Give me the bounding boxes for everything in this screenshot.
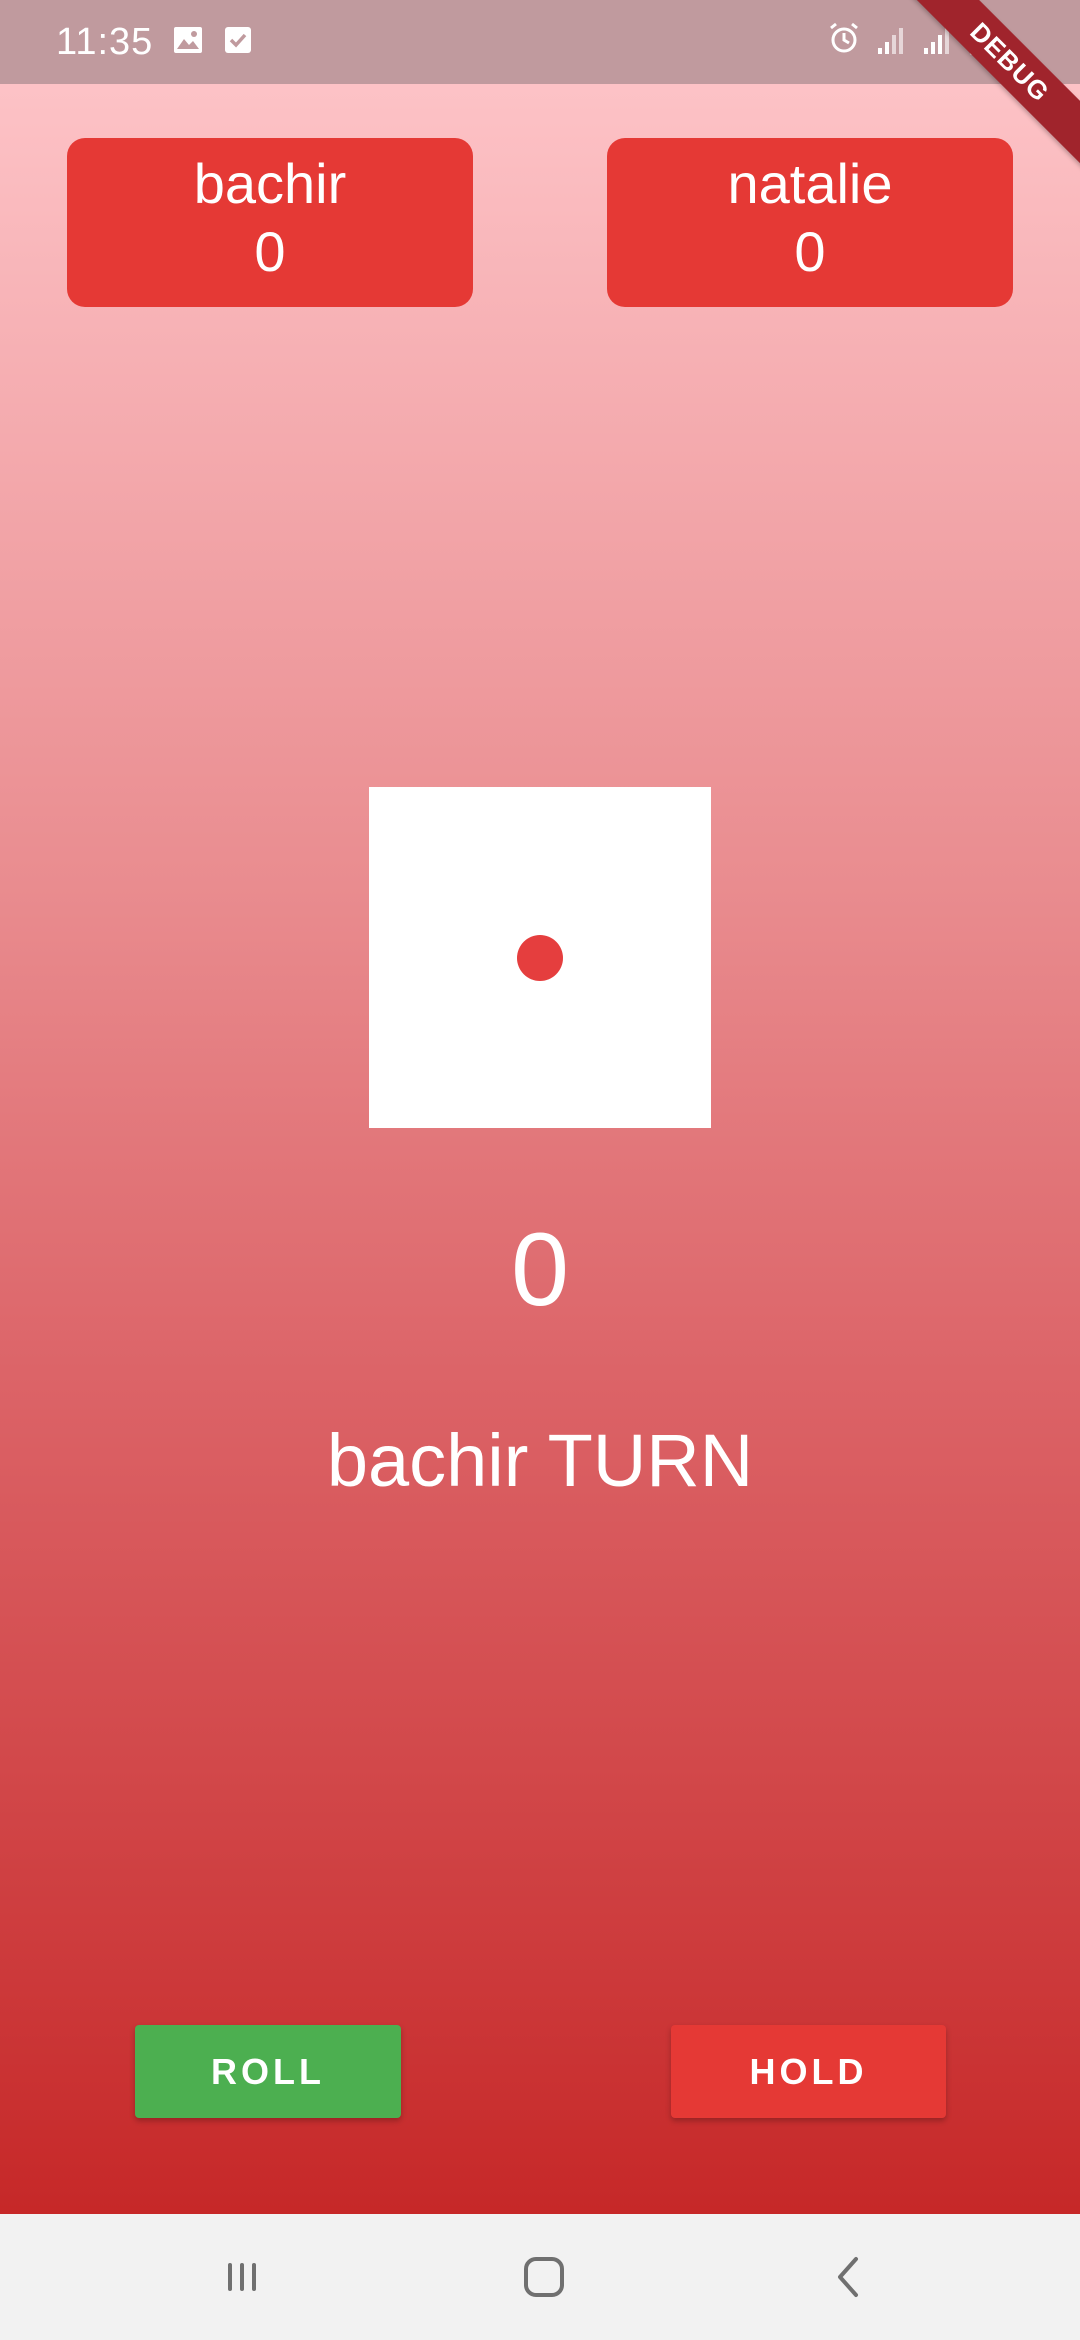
checkbox-icon: [222, 24, 254, 56]
hold-button[interactable]: HOLD: [671, 2025, 946, 2118]
dice-face: [369, 787, 711, 1128]
player-card-natalie: natalie 0: [607, 138, 1013, 307]
home-icon[interactable]: [514, 2247, 574, 2307]
dice-pip: [517, 935, 563, 981]
player-name: bachir: [193, 152, 347, 215]
back-icon[interactable]: [818, 2247, 878, 2307]
turn-label: bachir TURN: [326, 1419, 754, 1502]
status-icons-left: [172, 24, 254, 56]
player-card-bachir: bachir 0: [67, 138, 473, 307]
status-time: 11:35: [56, 21, 154, 63]
player-score: 0: [794, 220, 826, 283]
image-icon: [172, 24, 204, 56]
recents-icon[interactable]: [212, 2247, 272, 2307]
navigation-bar: [0, 2214, 1080, 2340]
status-bar: 11:35: [0, 0, 1080, 84]
signal-icon: [876, 24, 908, 56]
alarm-icon: [826, 20, 862, 56]
roll-button[interactable]: ROLL: [135, 2025, 401, 2118]
player-name: natalie: [727, 152, 893, 215]
round-score: 0: [511, 1212, 569, 1328]
player-score: 0: [254, 220, 286, 283]
